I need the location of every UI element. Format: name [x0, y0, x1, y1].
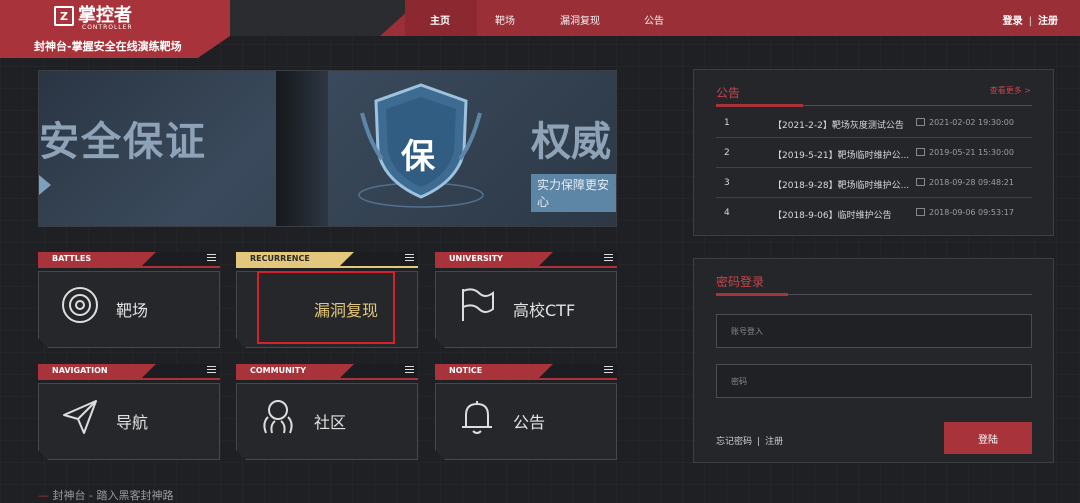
announcement-index: 1 [724, 118, 730, 128]
footer-tagline: — 封神台 - 踏入黑客封神路 [38, 487, 173, 503]
send-icon [63, 400, 97, 434]
announcement-title-link[interactable]: 【2018-9-06】临时维护公告 [773, 208, 892, 221]
announcement-row[interactable]: 1 【2021-2-2】靶场灰度测试公告 2021-02-02 19:30:00 [716, 108, 1032, 138]
announcement-row[interactable]: 3 【2018-9-28】靶场临时维护公... 2018-09-28 09:48… [716, 168, 1032, 198]
card-label: 公告 [513, 413, 546, 432]
card-category-label: NOTICE [449, 366, 483, 375]
account-input[interactable] [716, 314, 1032, 348]
nav-vuln-recurrence[interactable]: 漏洞复现 [560, 12, 600, 27]
card-category-line [38, 266, 220, 268]
bell-icon [462, 401, 492, 434]
menu-icon [405, 366, 414, 375]
shield-character: 保 [401, 137, 435, 177]
announcement-row[interactable]: 2 【2019-5-21】靶场临时维护公... 2019-05-21 15:30… [716, 138, 1032, 168]
login-panel: 密码登录 忘记密码 | 注册 登陆 [693, 258, 1054, 463]
announcement-date: 2018-09-06 09:53:17 [929, 208, 1014, 217]
card-category-line [435, 266, 617, 268]
banner-divider [276, 71, 328, 226]
card-category-label: BATTLES [52, 254, 92, 263]
menu-icon [405, 254, 414, 263]
card-navigation[interactable]: NAVIGATION 导航 [38, 364, 220, 460]
nav-home[interactable]: 主页 [430, 12, 450, 27]
announcement-date: 2019-05-21 15:30:00 [929, 148, 1014, 157]
announcement-panel: 公告 查看更多 > 1 【2021-2-2】靶场灰度测试公告 2021-02-0… [693, 69, 1054, 236]
announcement-title-link[interactable]: 【2021-2-2】靶场灰度测试公告 [773, 118, 904, 131]
flag-icon [462, 288, 494, 321]
login-links: 忘记密码 | 注册 [716, 434, 783, 447]
calendar-icon [916, 178, 925, 186]
register-link-login[interactable]: 注册 [765, 437, 783, 447]
card-category-line [435, 378, 617, 380]
menu-icon [207, 254, 216, 263]
calendar-icon [916, 148, 925, 156]
card-university[interactable]: UNIVERSITY 高校CTF [435, 252, 617, 348]
login-link[interactable]: 登录 [1003, 16, 1023, 27]
auth-separator: | [1028, 16, 1032, 27]
announcement-title: 公告 [716, 86, 741, 100]
login-title: 密码登录 [716, 275, 765, 289]
announcement-index: 3 [724, 178, 730, 188]
view-more-link[interactable]: 查看更多 > [990, 85, 1031, 96]
announcement-row[interactable]: 4 【2018-9-06】临时维护公告 2018-09-06 09:53:17 [716, 198, 1032, 228]
card-label: 导航 [116, 413, 149, 432]
card-label: 靶场 [116, 301, 149, 320]
banner-prev-arrow-icon[interactable] [39, 175, 51, 195]
card-community[interactable]: COMMUNITY 社区 [236, 364, 418, 460]
nav-notice[interactable]: 公告 [644, 12, 664, 27]
card-category-line [236, 378, 418, 380]
card-category-label: UNIVERSITY [449, 254, 503, 263]
card-battles[interactable]: BATTLES 靶场 [38, 252, 220, 348]
menu-icon [604, 254, 613, 263]
target-icon [62, 287, 98, 323]
hero-banner[interactable]: 安全保证 保 权威 实力保障更安心 [38, 70, 617, 227]
banner-right-title: 权威 [531, 119, 611, 165]
forgot-password-link[interactable]: 忘记密码 [716, 437, 752, 447]
footer-dash: — [38, 489, 53, 502]
announcement-title-link[interactable]: 【2018-9-28】靶场临时维护公... [773, 178, 909, 191]
announcement-index: 2 [724, 148, 730, 158]
card-label: 高校CTF [513, 301, 576, 320]
card-category-label: COMMUNITY [250, 366, 307, 375]
nav-bar [380, 0, 1080, 36]
announcement-date: 2021-02-02 19:30:00 [929, 118, 1014, 127]
footer-tagline-text: 封神台 - 踏入黑客封神路 [52, 489, 174, 502]
announcement-title-underline [716, 104, 803, 107]
register-link[interactable]: 注册 [1038, 16, 1058, 27]
password-input[interactable] [716, 364, 1032, 398]
logo-icon: Z [54, 6, 74, 26]
card-label: 社区 [314, 413, 347, 432]
community-icon [263, 400, 293, 434]
menu-icon [604, 366, 613, 375]
announcement-date: 2018-09-28 09:48:21 [929, 178, 1014, 187]
login-submit-button[interactable]: 登陆 [944, 422, 1032, 454]
site-tagline: 封神台-掌握安全在线演练靶场 [34, 40, 182, 53]
auth-links: 登录 | 注册 [1003, 12, 1058, 27]
banner-right-subtitle: 实力保障更安心 [531, 174, 616, 212]
logo[interactable]: Z 掌控者 [54, 6, 132, 26]
logo-text: 掌控者 [78, 5, 132, 26]
announcement-title-link[interactable]: 【2019-5-21】靶场临时维护公... [773, 148, 909, 161]
announcement-index: 4 [724, 208, 730, 218]
calendar-icon [916, 118, 925, 126]
login-title-underline [716, 293, 788, 296]
logo-subtitle: CONTROLLER [82, 24, 133, 31]
nav-range[interactable]: 靶场 [495, 12, 515, 27]
card-category-line [236, 266, 418, 268]
card-category-label: NAVIGATION [52, 366, 108, 375]
login-links-separator: | [757, 437, 761, 447]
card-category-line [38, 378, 220, 380]
banner-left-title: 安全保证 [39, 119, 207, 165]
selection-highlight [257, 271, 395, 344]
card-category-label: RECURRENCE [250, 254, 310, 263]
calendar-icon [916, 208, 925, 216]
card-notice[interactable]: NOTICE 公告 [435, 364, 617, 460]
menu-icon [207, 366, 216, 375]
